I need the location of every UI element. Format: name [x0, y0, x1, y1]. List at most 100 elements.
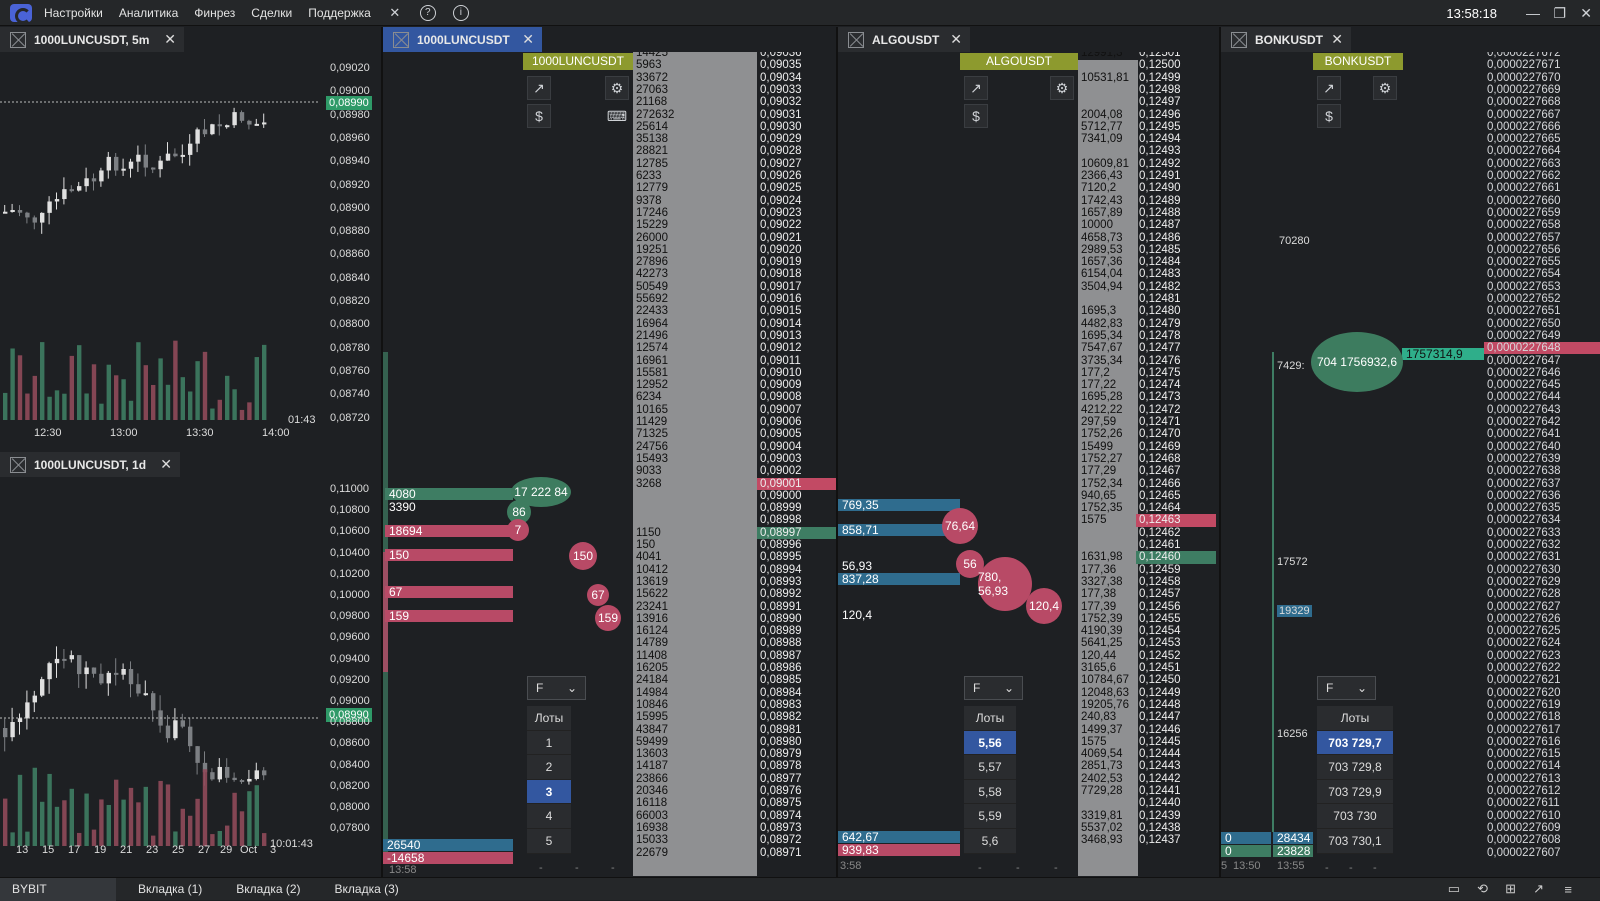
lot-option[interactable]: 5,6: [964, 829, 1016, 854]
ladder-row[interactable]: 150 0,08996: [633, 539, 837, 551]
ladder-price[interactable]: 0,0000227632: [1484, 539, 1600, 551]
ladder-row[interactable]: 177,22 0,12474: [1078, 379, 1216, 391]
lot-option[interactable]: 703 730,1: [1317, 829, 1393, 854]
ladder-row[interactable]: 71325 0,09005: [633, 428, 837, 440]
ladder-row[interactable]: 3268 0,09001: [633, 477, 837, 490]
ladder-row[interactable]: 1695,28 0,12473: [1078, 391, 1216, 403]
chart-1d-panel[interactable]: 0,08990 10:01:43 0,11000 0,10800 0,10600 0,…: [0, 478, 380, 876]
ladder-row[interactable]: 3504,94 0,12482: [1078, 281, 1216, 293]
ladder-row[interactable]: 1657,36 0,12484: [1078, 256, 1216, 268]
ladder-row[interactable]: 43847 0,08981: [633, 724, 837, 736]
lots-selector[interactable]: Лоты 5,56 5,57 5,58 5,59 5,6: [964, 706, 1016, 854]
ladder-row[interactable]: 1752,39 0,12455: [1078, 613, 1216, 625]
ladder-row[interactable]: 2851,73 0,12443: [1078, 760, 1216, 772]
ladder-row[interactable]: 20346 0,08976: [633, 785, 837, 797]
ladder-row[interactable]: 22433 0,09015: [633, 305, 837, 317]
ladder-row[interactable]: 177,29 0,12467: [1078, 465, 1216, 477]
ladder-price[interactable]: 0,0000227627: [1484, 601, 1600, 613]
ladder-row[interactable]: 1695,3 0,12480: [1078, 305, 1216, 317]
ladder-row[interactable]: 21168 0,09032: [633, 96, 837, 108]
ladder-price[interactable]: 0,0000227654: [1484, 268, 1600, 280]
dom-lunc-panel[interactable]: 1000LUNCUSDT ↗ ⚙ $ ⌨ F ⌄ Лоты 1 2 3 4 5 2…: [383, 52, 838, 876]
lots-selector[interactable]: Лоты 1 2 3 4 5: [527, 706, 571, 854]
ladder-price[interactable]: 0,0000227631: [1484, 551, 1600, 563]
ladder-row[interactable]: 0,12440: [1078, 797, 1216, 809]
ladder-row[interactable]: 4212,22 0,12472: [1078, 404, 1216, 416]
ladder-row[interactable]: 10412 0,08994: [633, 564, 837, 576]
ladder-price[interactable]: 0,0000227649: [1484, 330, 1600, 342]
ladder-price[interactable]: 0,0000227625: [1484, 625, 1600, 637]
ladder-price[interactable]: 0,0000227609: [1484, 822, 1600, 834]
lot-option[interactable]: 703 730: [1317, 804, 1393, 829]
ladder-row[interactable]: 14425 0,09036: [633, 52, 837, 59]
ladder-row[interactable]: 177,36 0,12459: [1078, 564, 1216, 576]
dollar-icon[interactable]: $: [527, 104, 551, 128]
ladder-price[interactable]: 0,0000227619: [1484, 699, 1600, 711]
ladder-row[interactable]: 7547,67 0,12477: [1078, 342, 1216, 354]
ladder-price[interactable]: 0,0000227656: [1484, 244, 1600, 256]
ladder-price[interactable]: 0,0000227672: [1484, 52, 1600, 59]
ladder-price[interactable]: 0,0000227633: [1484, 527, 1600, 539]
ladder-row[interactable]: 4658,73 0,12486: [1078, 232, 1216, 244]
ladder-price[interactable]: 0,0000227664: [1484, 145, 1600, 157]
ladder-price[interactable]: 0,0000227640: [1484, 441, 1600, 453]
ladder-price[interactable]: 0,0000227628: [1484, 588, 1600, 600]
ladder-row[interactable]: 28821 0,09028: [633, 145, 837, 157]
ladder-row[interactable]: 0,12500: [1078, 59, 1216, 71]
ladder-price[interactable]: 0,0000227608: [1484, 834, 1600, 846]
menu-trades[interactable]: Сделки: [251, 6, 292, 20]
ladder-price[interactable]: 0,0000227644: [1484, 391, 1600, 403]
ladder-row[interactable]: 1695,34 0,12478: [1078, 330, 1216, 342]
ladder-row[interactable]: 16938 0,08973: [633, 822, 837, 834]
close-icon[interactable]: ✕: [160, 456, 172, 473]
ladder-price[interactable]: 0,0000227626: [1484, 613, 1600, 625]
ladder-row[interactable]: 16205 0,08986: [633, 662, 837, 674]
gear-icon[interactable]: ⚙: [605, 76, 629, 100]
close-icon[interactable]: ✕: [522, 31, 534, 48]
lot-option-selected[interactable]: 5,56: [964, 730, 1016, 756]
ladder-row[interactable]: 0,12497: [1078, 96, 1216, 108]
ladder-price[interactable]: 0,0000227663: [1484, 158, 1600, 170]
ladder-price[interactable]: 0,0000227611: [1484, 797, 1600, 809]
menu-settings[interactable]: Настройки: [44, 6, 103, 20]
ladder-row[interactable]: 5963 0,09035: [633, 59, 837, 71]
ladder-price[interactable]: 0,0000227614: [1484, 760, 1600, 772]
lot-option[interactable]: 703 729,8: [1317, 755, 1393, 780]
ladder-price[interactable]: 0,0000227652: [1484, 293, 1600, 305]
ladder-price[interactable]: 0,0000227657: [1484, 232, 1600, 244]
list-icon[interactable]: ≡: [1564, 882, 1572, 897]
lots-selector[interactable]: Лоты 703 729,7 703 729,8 703 729,9 703 7…: [1317, 706, 1393, 854]
ladder-price[interactable]: 0,0000227637: [1484, 478, 1600, 490]
ladder-row[interactable]: 4482,83 0,12479: [1078, 318, 1216, 330]
ladder-price[interactable]: 0,0000227647: [1484, 355, 1600, 367]
ladder-price[interactable]: 0,0000227620: [1484, 687, 1600, 699]
ladder-row[interactable]: 16964 0,09014: [633, 318, 837, 330]
ladder-price[interactable]: 0,0000227612: [1484, 785, 1600, 797]
tab-workspace-3[interactable]: Вкладка (3): [323, 878, 411, 901]
ladder-price[interactable]: 0,0000227665: [1484, 133, 1600, 145]
lot-option-selected[interactable]: 3: [527, 779, 571, 805]
ladder-price[interactable]: 0,0000227671: [1484, 59, 1600, 71]
ladder-row[interactable]: 12048,63 0,12449: [1078, 687, 1216, 699]
ladder-row[interactable]: 1742,43 0,12489: [1078, 195, 1216, 207]
chart-icon[interactable]: ↗: [964, 76, 988, 100]
ladder-price[interactable]: 0,0000227646: [1484, 367, 1600, 379]
ladder-row[interactable]: 15622 0,08992: [633, 588, 837, 600]
ladder-row[interactable]: 10784,67 0,12450: [1078, 674, 1216, 686]
ladder-price[interactable]: 0,0000227653: [1484, 281, 1600, 293]
minimize-icon[interactable]: —: [1526, 5, 1540, 21]
lot-option[interactable]: 5,58: [964, 780, 1016, 805]
ladder-row[interactable]: 12574 0,09012: [633, 342, 837, 354]
ladder-row[interactable]: 4069,54 0,12444: [1078, 748, 1216, 760]
ladder-row[interactable]: 3319,81 0,12439: [1078, 810, 1216, 822]
ladder-price[interactable]: 0,0000227666: [1484, 121, 1600, 133]
ladder-price[interactable]: 0,0000227617: [1484, 724, 1600, 736]
ladder-row[interactable]: 16124 0,08989: [633, 625, 837, 637]
ladder-row[interactable]: 5537,02 0,12438: [1078, 822, 1216, 834]
detach-icon[interactable]: [1231, 31, 1247, 48]
ladder-row[interactable]: 1752,35 0,12464: [1078, 502, 1216, 514]
ladder-price[interactable]: 0,0000227642: [1484, 416, 1600, 428]
tab-chart-5m[interactable]: 1000LUNCUSDT, 5m ✕: [0, 27, 184, 52]
ladder-price[interactable]: 0,0000227670: [1484, 72, 1600, 84]
ladder-price[interactable]: 0,0000227641: [1484, 428, 1600, 440]
